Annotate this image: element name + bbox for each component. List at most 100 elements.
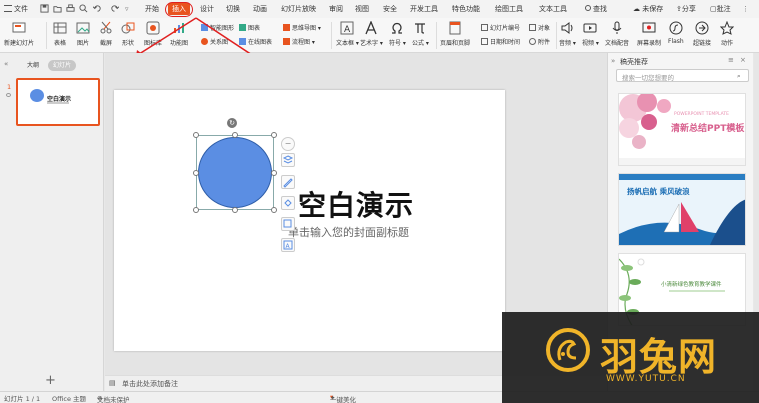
- rotate-handle-icon[interactable]: ↻: [227, 118, 237, 128]
- smart-graphic-button[interactable]: 智能图形: [201, 23, 234, 32]
- customize-quick-access-icon[interactable]: ▿: [125, 3, 129, 15]
- art-text-icon: [365, 21, 378, 35]
- resize-handle[interactable]: [193, 132, 199, 138]
- tab-view[interactable]: 视图: [355, 3, 369, 15]
- notes-icon: ▤: [109, 379, 116, 387]
- sailboat-wave-template-image: [619, 174, 745, 245]
- tab-text-tools[interactable]: 文本工具: [539, 3, 567, 15]
- tab-features[interactable]: 特色功能: [452, 3, 480, 15]
- shape-button[interactable]: 形状: [121, 21, 135, 47]
- dub-button[interactable]: 文档配音: [605, 21, 629, 47]
- more-menu-icon[interactable]: ⋮: [742, 3, 749, 15]
- function-chart-button[interactable]: 功能图: [170, 21, 188, 47]
- datetime-button[interactable]: 日期和时间: [481, 37, 520, 46]
- resize-handle[interactable]: [193, 207, 199, 213]
- formula-button[interactable]: 公式 ▾: [412, 21, 429, 47]
- tab-insert-highlight-ring: [165, 2, 193, 17]
- resize-handle[interactable]: [271, 170, 277, 176]
- screenshot-button[interactable]: 截屏: [99, 21, 113, 47]
- watermark-name: 羽兔网: [600, 335, 718, 379]
- action-button[interactable]: 动作: [720, 21, 734, 47]
- object-button[interactable]: 对象: [529, 23, 550, 32]
- slide-title[interactable]: 空白演示: [298, 184, 414, 224]
- search-button[interactable]: 查找: [585, 3, 607, 15]
- print-icon[interactable]: [66, 4, 75, 13]
- comment-icon: ▢: [710, 5, 717, 13]
- template-card-2[interactable]: 扬帆启航 乘风破浪: [618, 173, 746, 246]
- beautify-button[interactable]: ✦ 一键美化 ▾: [330, 393, 356, 403]
- new-slide-icon: [12, 22, 26, 33]
- table-button[interactable]: 表格: [53, 21, 67, 47]
- symbol-button[interactable]: 符号 ▾: [389, 21, 406, 47]
- resize-handle[interactable]: [232, 207, 238, 213]
- flash-button[interactable]: Flash: [668, 21, 684, 45]
- online-chart-button[interactable]: 在线图表: [239, 37, 272, 46]
- collapse-right-panel-icon[interactable]: »: [611, 57, 615, 65]
- relation-chart-button[interactable]: 关系图: [201, 37, 228, 46]
- screen-record-button[interactable]: 屏幕录制: [637, 21, 661, 47]
- undo-icon[interactable]: [93, 4, 102, 13]
- tab-home[interactable]: 开始: [145, 3, 159, 15]
- tab-transitions[interactable]: 切换: [226, 3, 240, 15]
- mindmap-button[interactable]: 思维导图 ▾: [283, 23, 321, 32]
- tab-outline[interactable]: 大纲: [22, 60, 44, 71]
- shadow-box-icon[interactable]: [281, 217, 295, 231]
- flowchart-button[interactable]: 流程图 ▾: [283, 37, 315, 46]
- microphone-icon: [612, 21, 622, 34]
- tab-drawing-tools[interactable]: 绘图工具: [495, 3, 523, 15]
- resize-handle[interactable]: [193, 170, 199, 176]
- picture-button[interactable]: 图片: [76, 21, 90, 47]
- slide[interactable]: 空白演示 单击输入您的封面副标题 ↻ − A: [114, 90, 505, 351]
- attachment-button[interactable]: 附件: [529, 37, 550, 46]
- new-slide-button[interactable]: 新建幻灯片: [4, 21, 34, 47]
- textbox-button[interactable]: A 文本框 ▾: [336, 21, 359, 47]
- flowchart-icon: [283, 38, 290, 45]
- collapse-panel-icon[interactable]: «: [4, 60, 8, 68]
- resize-handle[interactable]: [271, 207, 277, 213]
- collapse-toolbar-icon[interactable]: −: [281, 137, 295, 151]
- unsaved-status[interactable]: ☁ 未保存: [633, 3, 663, 15]
- share-button[interactable]: ⇪分享: [676, 3, 696, 15]
- panel-menu-icon[interactable]: ≡: [728, 56, 734, 64]
- icon-library-button[interactable]: 图标库: [144, 21, 162, 47]
- resize-handle[interactable]: [271, 132, 277, 138]
- template-search-input[interactable]: 搜索一切您想要的 ⌕: [616, 69, 749, 82]
- text-wrap-icon[interactable]: A: [281, 238, 295, 252]
- save-icon[interactable]: [40, 4, 49, 13]
- flash-icon: [669, 21, 683, 35]
- comment-button[interactable]: ▢批注: [710, 3, 731, 15]
- close-panel-icon[interactable]: ×: [740, 56, 746, 64]
- menu-file[interactable]: 文件: [4, 3, 28, 15]
- chart-button[interactable]: 图表: [239, 23, 260, 32]
- print-preview-icon[interactable]: [79, 4, 88, 13]
- shape-icon: [121, 22, 135, 34]
- tab-review[interactable]: 审阅: [329, 3, 343, 15]
- pen-outline-icon[interactable]: [281, 175, 295, 189]
- slide-thumbnail-1[interactable]: 空白演示: [16, 78, 100, 126]
- screen-record-icon: [642, 22, 656, 33]
- audio-button[interactable]: 音频 ▾: [559, 21, 576, 47]
- template-card-1[interactable]: POWERPOINT TEMPLATE 清新总结PPT模板: [618, 93, 746, 166]
- slide-subtitle[interactable]: 单击输入您的封面副标题: [288, 224, 409, 240]
- add-slide-button[interactable]: +: [45, 373, 56, 388]
- tab-developer[interactable]: 开发工具: [410, 3, 438, 15]
- tab-slideshow[interactable]: 幻灯片放映: [281, 3, 316, 15]
- watermark: 羽兔网 WWW.YUTU.CN: [502, 312, 759, 403]
- tab-design[interactable]: 设计: [200, 3, 214, 15]
- tab-slides[interactable]: 幻灯片: [48, 60, 77, 71]
- ellipse-shape[interactable]: [198, 137, 272, 208]
- picture-icon: [76, 22, 90, 34]
- redo-icon[interactable]: [110, 4, 119, 13]
- open-folder-icon[interactable]: [53, 4, 62, 13]
- hyperlink-button[interactable]: 超链接: [693, 21, 711, 47]
- resize-handle[interactable]: [232, 132, 238, 138]
- fill-bucket-icon[interactable]: [281, 196, 295, 210]
- header-footer-button[interactable]: 页眉和页脚: [440, 21, 470, 47]
- video-button[interactable]: 视频 ▾: [582, 21, 599, 47]
- layers-icon[interactable]: [281, 153, 295, 167]
- search-placeholder: 搜索一切您想要的: [622, 74, 674, 82]
- tab-security[interactable]: 安全: [383, 3, 397, 15]
- art-text-button[interactable]: 艺术字 ▾: [360, 21, 383, 47]
- slide-number-button[interactable]: 幻灯片编号: [481, 23, 520, 32]
- tab-animation[interactable]: 动画: [253, 3, 267, 15]
